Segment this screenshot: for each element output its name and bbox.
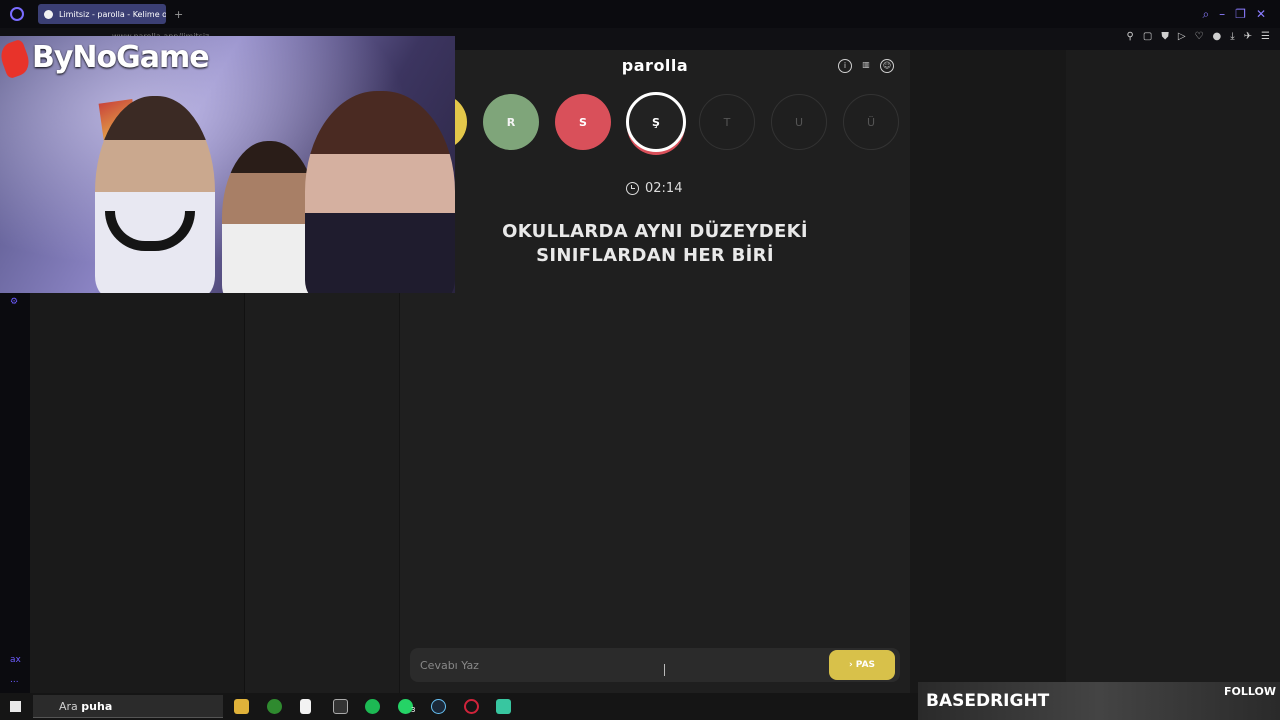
- question-line: SINIFLARDAN HER BİRİ: [536, 245, 774, 266]
- browser-sidebar: ⚙ ax ...: [0, 293, 30, 693]
- profile-icon[interactable]: ●: [1212, 31, 1221, 42]
- search-prefix: Ara: [59, 700, 78, 713]
- windows-start-icon[interactable]: [10, 701, 21, 712]
- letter-circle: Ü: [843, 94, 899, 150]
- letter-circle-active: Ş: [626, 92, 686, 152]
- browser-toolbar: ⚲ ▢ ⛊ ▷ ♡ ● ⤓ ✈ ☰: [1127, 31, 1270, 42]
- taskbar-search-text: Ara puha: [59, 700, 112, 713]
- new-tab-button[interactable]: +: [174, 8, 183, 21]
- app-taskbar-icon[interactable]: [496, 699, 511, 714]
- letter-circle: U: [771, 94, 827, 150]
- game-header-icons: i ▥ ☺: [838, 59, 894, 73]
- channel-name: BASEDRIGHT: [926, 691, 1050, 711]
- file-explorer-icon[interactable]: [234, 699, 249, 714]
- taskbar-search[interactable]: Ara puha: [33, 695, 223, 718]
- letter-circle: R: [483, 94, 539, 150]
- shield-icon[interactable]: ⛊: [1161, 31, 1169, 42]
- window-controls: ⌕ – ❐ ✕: [910, 0, 1280, 28]
- game-title: parolla: [621, 56, 689, 75]
- account-icon[interactable]: ☺: [880, 59, 894, 73]
- sidebar-ai-label[interactable]: ax: [10, 655, 21, 665]
- streamer-person: [95, 96, 215, 293]
- info-icon[interactable]: i: [838, 59, 852, 73]
- pin-icon[interactable]: ⚲: [1127, 31, 1134, 42]
- restore-icon[interactable]: ❐: [1235, 7, 1246, 21]
- parolla-favicon-icon: [44, 9, 53, 19]
- text-cursor-icon: [664, 664, 670, 676]
- page-column-secondary: [244, 293, 400, 693]
- page-column-far-right: [1066, 50, 1280, 693]
- opera-logo-icon[interactable]: [10, 7, 24, 21]
- letter-circle: T: [699, 94, 755, 150]
- streamer-person: [222, 141, 317, 293]
- close-icon[interactable]: ✕: [1256, 7, 1266, 21]
- search-value: puha: [81, 700, 113, 713]
- browser-tab-bar: Limitsiz - parolla - Kelime o +: [0, 0, 910, 28]
- ai-icon[interactable]: ✈: [1244, 31, 1252, 42]
- timer-value: 02:14: [645, 181, 683, 196]
- opera-taskbar-icon[interactable]: [464, 699, 479, 714]
- play-icon[interactable]: ▷: [1178, 31, 1186, 42]
- download-icon[interactable]: ⤓: [1230, 31, 1234, 42]
- settings-icon[interactable]: ⚙: [10, 297, 18, 307]
- game-timer: 02:14: [626, 181, 682, 196]
- page-column-right: [910, 50, 1066, 693]
- browser-tab-active[interactable]: Limitsiz - parolla - Kelime o: [38, 4, 166, 24]
- clock-icon: [626, 182, 639, 195]
- page-column-left: [30, 293, 244, 693]
- spotify-icon[interactable]: [365, 699, 380, 714]
- letter-circle: S: [555, 94, 611, 150]
- windows-taskbar: Ara puha 3: [0, 693, 918, 720]
- search-tabs-icon[interactable]: ⌕: [1202, 7, 1209, 22]
- question-line: OKULLARDA AYNI DÜZEYDEKİ: [502, 221, 808, 242]
- epic-games-icon[interactable]: [333, 699, 348, 714]
- minimize-icon[interactable]: –: [1219, 7, 1225, 21]
- xbox-icon[interactable]: [267, 699, 282, 714]
- follow-button[interactable]: FOLLOW: [1224, 685, 1276, 698]
- steam-icon[interactable]: [431, 699, 446, 714]
- brand-watermark: ByNoGame: [32, 40, 210, 75]
- whatsapp-badge: 3: [411, 706, 416, 714]
- sidebar-more[interactable]: ...: [10, 675, 19, 685]
- stream-follow-panel: BASEDRIGHT FOLLOW: [918, 682, 1280, 720]
- answer-bar: › PAS: [410, 648, 900, 682]
- question-text: OKULLARDA AYNI DÜZEYDEKİ SINIFLARDAN HER…: [460, 220, 850, 268]
- notepad-icon[interactable]: [300, 699, 311, 714]
- heart-icon[interactable]: ♡: [1195, 31, 1204, 42]
- snapshot-icon[interactable]: ▢: [1143, 31, 1152, 42]
- streamer-person: [305, 91, 455, 293]
- tab-title: Limitsiz - parolla - Kelime o: [59, 9, 166, 19]
- pass-button[interactable]: › PAS: [829, 650, 895, 680]
- menu-icon[interactable]: ☰: [1261, 31, 1270, 42]
- answer-input[interactable]: [420, 654, 820, 676]
- stats-icon[interactable]: ▥: [859, 59, 873, 73]
